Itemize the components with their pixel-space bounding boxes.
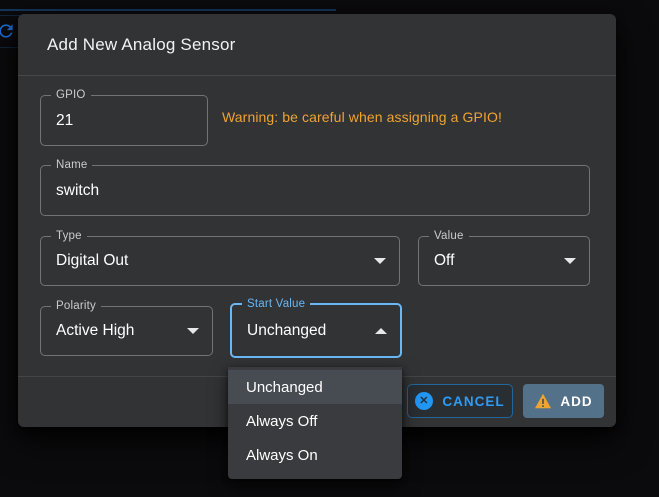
refresh-icon-glyph [0,21,16,41]
menu-option-always-on[interactable]: Always On [228,438,402,472]
value-label: Value [429,229,469,243]
gpio-warning-text: Warning: be careful when assigning a GPI… [222,109,582,125]
cancel-button[interactable]: ✕ CANCEL [407,384,513,418]
chevron-down-icon [374,258,386,264]
name-label: Name [51,158,92,172]
warning-icon [534,393,552,409]
add-button-label: ADD [560,394,592,409]
chevron-down-icon [187,328,199,334]
gpio-field[interactable]: GPIO 21 [40,95,208,146]
value-value: Off [434,252,454,270]
type-select[interactable]: Type Digital Out [40,236,400,286]
add-sensor-dialog: Add New Analog Sensor GPIO 21 Warning: b… [18,14,616,427]
start-value-menu: Unchanged Always Off Always On [228,367,402,479]
cancel-button-label: CANCEL [442,394,504,409]
dialog-header: Add New Analog Sensor [18,14,616,76]
start-value-label: Start Value [242,297,310,311]
refresh-icon[interactable] [0,21,16,41]
gpio-value: 21 [56,112,73,130]
gpio-label: GPIO [51,88,91,102]
value-select[interactable]: Value Off [418,236,590,286]
type-value: Digital Out [56,252,128,270]
menu-option-always-off[interactable]: Always Off [228,404,402,438]
chevron-up-icon [375,328,387,334]
type-label: Type [51,229,87,243]
background-divider-line [0,9,336,11]
dialog-title: Add New Analog Sensor [47,35,236,55]
menu-option-unchanged[interactable]: Unchanged [228,370,402,404]
polarity-value: Active High [56,322,134,340]
name-field[interactable]: Name switch [40,165,590,216]
polarity-select[interactable]: Polarity Active High [40,306,213,356]
cancel-icon: ✕ [415,392,433,410]
start-value-value: Unchanged [247,322,326,340]
polarity-label: Polarity [51,299,101,313]
add-button[interactable]: ADD [523,384,604,418]
name-value: switch [56,182,99,200]
chevron-down-icon [564,258,576,264]
start-value-select[interactable]: Start Value Unchanged [230,303,402,358]
